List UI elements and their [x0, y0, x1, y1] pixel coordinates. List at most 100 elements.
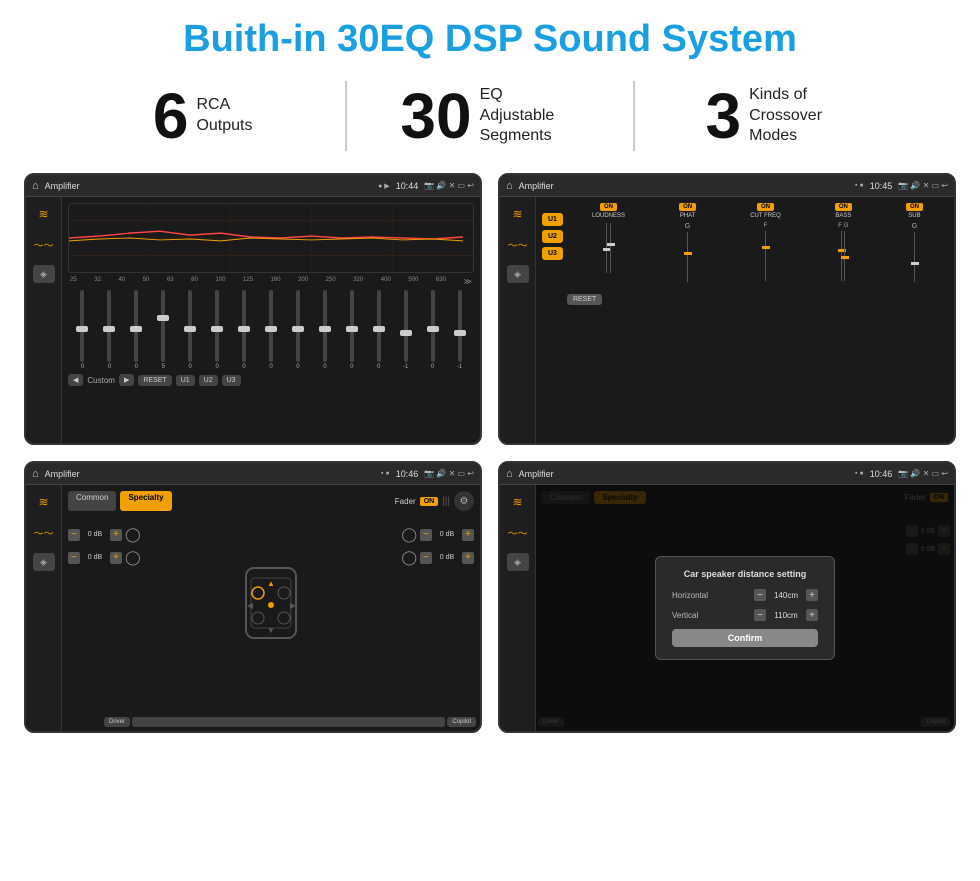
eq-slider-8[interactable]: 0 [286, 290, 311, 370]
fader-screen-body: ≋ 〜〜 ◈ Common Specialty Fader ON ||| ⚙ [26, 485, 480, 731]
fader-ch2-minus[interactable]: − [420, 529, 432, 541]
fader-screen: ⌂ Amplifier ▪ ● 10:46 📷 🔊 ✕ ▭ ↩ ≋ 〜〜 ◈ C… [24, 461, 482, 733]
dialog-sidebar-eq[interactable]: ≋ [507, 493, 529, 511]
modal-title: Car speaker distance setting [672, 569, 818, 579]
amp-sub: ON SUB G [906, 203, 923, 282]
stat-crossover-text: Kinds ofCrossover Modes [749, 85, 849, 147]
amp-phat: ON PHAT G [679, 203, 696, 282]
fader-ch4-plus[interactable]: + [462, 552, 474, 564]
eq-slider-0[interactable]: 0 [70, 290, 95, 370]
eq-slider-7[interactable]: 0 [259, 290, 284, 370]
amp-bass: ON BASS FG [835, 203, 852, 282]
fader-ch3-plus[interactable]: + [110, 552, 122, 564]
eq-slider-5[interactable]: 0 [205, 290, 230, 370]
amp-sidebar-wave[interactable]: 〜〜 [507, 235, 529, 253]
amp-reset-btn[interactable]: RESET [567, 294, 602, 305]
eq-reset-btn[interactable]: RESET [138, 375, 171, 386]
fader-tab-common[interactable]: Common [68, 491, 116, 511]
fader-main: Common Specialty Fader ON ||| ⚙ − [62, 485, 480, 731]
fader-ch4-minus[interactable]: − [420, 552, 432, 564]
amp-main: U1 U2 U3 ON LOUDNESS [536, 197, 954, 443]
modal-row-vertical: Vertical − 110cm + [672, 609, 818, 621]
eq-slider-1[interactable]: 0 [97, 290, 122, 370]
fader-sidebar: ≋ 〜〜 ◈ [26, 485, 62, 731]
eq-u2-btn[interactable]: U2 [199, 375, 218, 386]
stat-rca: 6 RCAOutputs [60, 84, 345, 148]
dialog-sidebar-speaker[interactable]: ◈ [507, 553, 529, 571]
stat-rca-text: RCAOutputs [196, 95, 252, 137]
eq-slider-11[interactable]: 0 [366, 290, 391, 370]
eq-sidebar-speaker[interactable]: ◈ [33, 265, 55, 283]
eq-prev-btn[interactable]: ◀ [68, 374, 83, 386]
topbar-icons-dialog: 📷 🔊 ✕ ▭ ↩ [898, 469, 948, 478]
eq-slider-6[interactable]: 0 [232, 290, 257, 370]
stat-eq-number: 30 [400, 84, 471, 148]
modal-horizontal-plus[interactable]: + [806, 589, 818, 601]
eq-next-btn[interactable]: ▶ [119, 374, 134, 386]
eq-slider-2[interactable]: 0 [124, 290, 149, 370]
amp-screen-body: ≋ 〜〜 ◈ U1 U2 U3 ON [500, 197, 954, 443]
fader-speaker-rr: ◯ [401, 549, 417, 566]
fader-ch3-minus[interactable]: − [68, 552, 80, 564]
fader-copilot-btn[interactable]: Copilot [447, 717, 476, 727]
modal-horizontal-value: 140cm [770, 591, 802, 600]
modal-horizontal-controls: − 140cm + [754, 589, 818, 601]
modal-horizontal-minus[interactable]: − [754, 589, 766, 601]
fader-screen-time: 10:46 [396, 469, 419, 479]
eq-slider-12[interactable]: -1 [393, 290, 418, 370]
car-diagram: ▲ ▼ ◀ ▶ [236, 558, 306, 648]
fader-settings-icon[interactable]: ⚙ [454, 491, 474, 511]
fader-driver-btn[interactable]: Driver [104, 717, 130, 727]
modal-confirm-button[interactable]: Confirm [672, 629, 818, 647]
eq-slider-3[interactable]: 5 [151, 290, 176, 370]
fader-sidebar-wave[interactable]: 〜〜 [33, 523, 55, 541]
fader-speaker-rl: ◯ [125, 549, 141, 566]
dialog-home-icon[interactable]: ⌂ [506, 468, 513, 480]
amp-sidebar-speaker[interactable]: ◈ [507, 265, 529, 283]
amp-sidebar-eq[interactable]: ≋ [507, 205, 529, 223]
modal-overlay: Car speaker distance setting Horizontal … [536, 485, 954, 731]
modal-vertical-minus[interactable]: − [754, 609, 766, 621]
eq-sidebar: ≋ 〜〜 ◈ [26, 197, 62, 443]
eq-screen: ⌂ Amplifier ● ▶ 10:44 📷 🔊 ✕ ▭ ↩ ≋ 〜〜 ◈ [24, 173, 482, 445]
eq-chart [68, 203, 474, 273]
eq-topbar: ⌂ Amplifier ● ▶ 10:44 📷 🔊 ✕ ▭ ↩ [26, 175, 480, 197]
fader-ch1-plus[interactable]: + [110, 529, 122, 541]
eq-u1-btn[interactable]: U1 [176, 375, 195, 386]
eq-slider-14[interactable]: -1 [447, 290, 472, 370]
amp-sidebar: ≋ 〜〜 ◈ [500, 197, 536, 443]
dialog-sidebar: ≋ 〜〜 ◈ [500, 485, 536, 731]
home-icon[interactable]: ⌂ [32, 180, 39, 192]
dialog-sidebar-wave[interactable]: 〜〜 [507, 523, 529, 541]
svg-text:▼: ▼ [267, 626, 275, 635]
eq-slider-13[interactable]: 0 [420, 290, 445, 370]
eq-slider-4[interactable]: 0 [178, 290, 203, 370]
amp-u1-btn[interactable]: U1 [542, 213, 563, 226]
stats-row: 6 RCAOutputs 30 EQ AdjustableSegments 3 … [0, 71, 980, 165]
stat-rca-number: 6 [153, 84, 189, 148]
stat-eq-text: EQ AdjustableSegments [480, 85, 580, 147]
fader-home-icon[interactable]: ⌂ [32, 468, 39, 480]
eq-slider-10[interactable]: 0 [339, 290, 364, 370]
stat-eq: 30 EQ AdjustableSegments [347, 84, 632, 148]
fader-ch1-minus[interactable]: − [68, 529, 80, 541]
modal-vertical-plus[interactable]: + [806, 609, 818, 621]
amp-screen-time: 10:45 [870, 181, 893, 191]
eq-freq-labels: 2532405063 80100125160200 25032040050063… [68, 277, 474, 286]
svg-text:▶: ▶ [290, 601, 297, 610]
amp-home-icon[interactable]: ⌂ [506, 180, 513, 192]
fader-ch2-plus[interactable]: + [462, 529, 474, 541]
fader-sidebar-speaker[interactable]: ◈ [33, 553, 55, 571]
dialog-topbar: ⌂ Amplifier ▪ ● 10:46 📷 🔊 ✕ ▭ ↩ [500, 463, 954, 485]
topbar-icons-fader: 📷 🔊 ✕ ▭ ↩ [424, 469, 474, 478]
eq-u3-btn[interactable]: U3 [222, 375, 241, 386]
eq-slider-9[interactable]: 0 [312, 290, 337, 370]
fader-sidebar-eq[interactable]: ≋ [33, 493, 55, 511]
amp-u2-btn[interactable]: U2 [542, 230, 563, 243]
fader-tab-specialty[interactable]: Specialty [120, 491, 171, 511]
fader-speaker-fl: ◯ [125, 526, 141, 543]
amp-u3-btn[interactable]: U3 [542, 247, 563, 260]
screens-grid: ⌂ Amplifier ● ▶ 10:44 📷 🔊 ✕ ▭ ↩ ≋ 〜〜 ◈ [0, 165, 980, 745]
eq-sidebar-wave[interactable]: 〜〜 [33, 235, 55, 253]
eq-sidebar-eq[interactable]: ≋ [33, 205, 55, 223]
